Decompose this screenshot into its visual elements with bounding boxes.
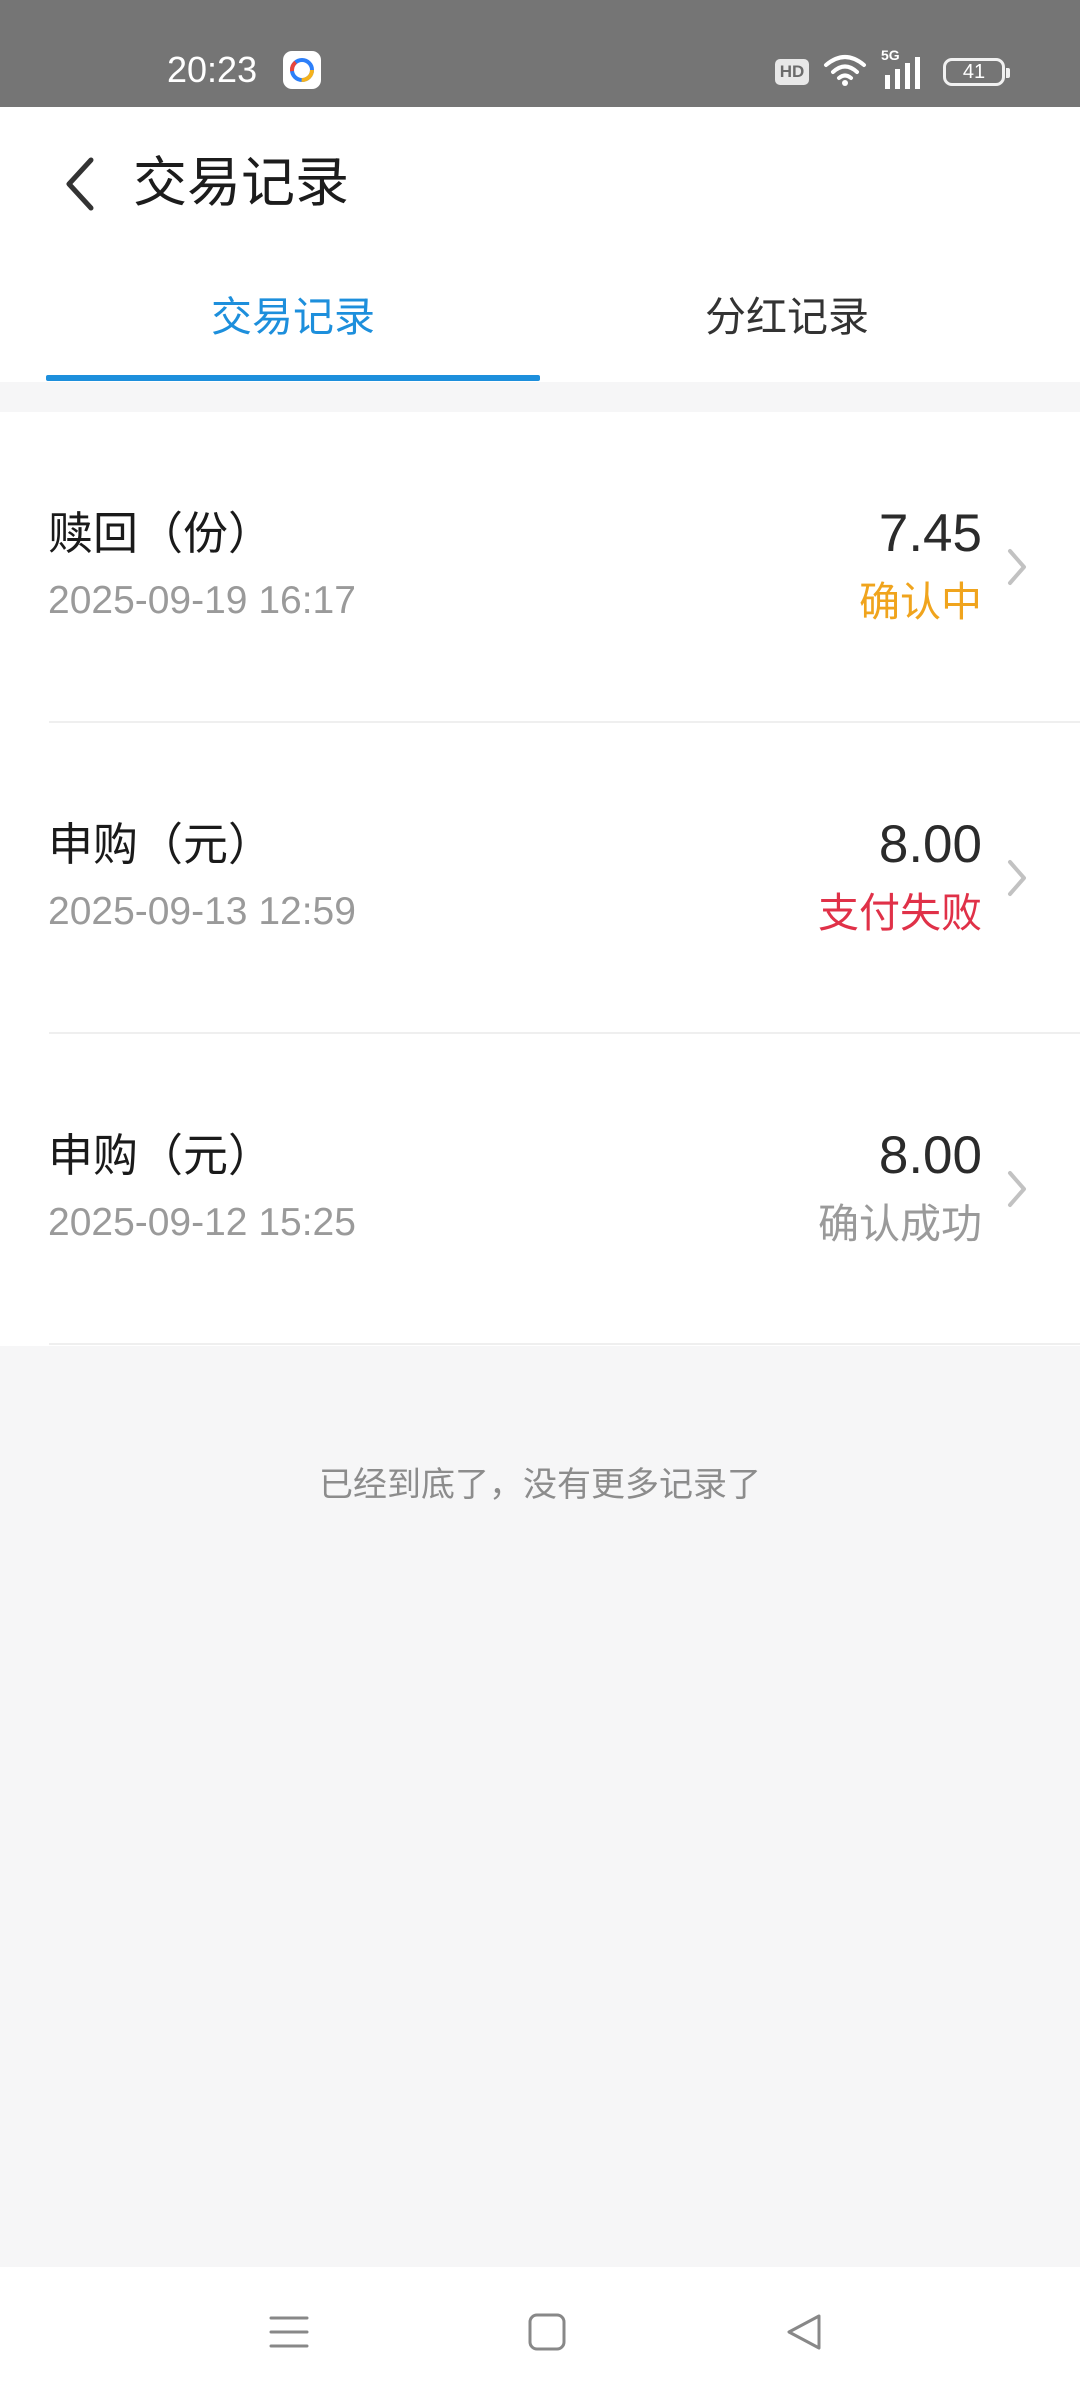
list-item[interactable]: 申购（元） 2025-09-13 12:59 8.00 支付失败 — [0, 723, 1080, 1034]
record-date: 2025-09-12 15:25 — [48, 1201, 356, 1244]
tab-dividend-records[interactable]: 分红记录 — [540, 282, 1034, 382]
record-date: 2025-09-13 12:59 — [48, 890, 356, 933]
record-list: 赎回（份） 2025-09-19 16:17 7.45 确认中 申购（元） 20… — [0, 412, 1080, 1346]
back-button[interactable] — [46, 149, 116, 219]
menu-icon — [269, 2316, 309, 2348]
record-type: 申购（元） — [48, 818, 274, 871]
record-amount: 7.45 — [878, 504, 982, 563]
status-time: 20:23 — [167, 49, 258, 90]
nav-back-button[interactable] — [770, 2297, 840, 2367]
tab-trade-records[interactable]: 交易记录 — [46, 282, 540, 382]
record-date: 2025-09-19 16:17 — [48, 579, 356, 622]
chevron-right-icon — [1008, 549, 1026, 585]
record-status: 确认成功 — [818, 1200, 982, 1248]
signal-icon: 5G — [881, 47, 929, 91]
chevron-left-icon — [66, 157, 94, 211]
record-status: 支付失败 — [818, 889, 982, 937]
tab-bar: 交易记录 分红记录 — [0, 282, 1080, 382]
status-indicators: HD 5G 41 — [775, 47, 1010, 92]
wifi-icon — [823, 53, 867, 91]
list-item[interactable]: 申购（元） 2025-09-12 15:25 8.00 确认成功 — [0, 1034, 1080, 1345]
chevron-right-icon — [1008, 860, 1026, 896]
chevron-right-icon — [1008, 1171, 1026, 1207]
record-type: 赎回（份） — [48, 507, 274, 560]
triangle-back-icon — [787, 2314, 821, 2350]
record-amount: 8.00 — [878, 815, 982, 874]
navigation-bar — [0, 2267, 1080, 2400]
header: 交易记录 交易记录 分红记录 — [0, 107, 1080, 382]
nav-menu-button[interactable] — [254, 2297, 324, 2367]
record-type: 申购（元） — [48, 1129, 274, 1182]
app-notification-icon — [283, 51, 321, 89]
home-square-icon — [528, 2313, 566, 2351]
record-amount: 8.00 — [878, 1126, 982, 1185]
list-item[interactable]: 赎回（份） 2025-09-19 16:17 7.45 确认中 — [0, 412, 1080, 723]
nav-home-button[interactable] — [512, 2297, 582, 2367]
active-tab-indicator — [46, 375, 540, 381]
page-title: 交易记录 — [133, 151, 349, 214]
battery-indicator: 41 — [943, 58, 1010, 86]
record-status: 确认中 — [859, 578, 982, 626]
status-bar: 20:23 HD 5G 41 — [0, 0, 1080, 107]
hd-badge: HD — [775, 59, 809, 85]
divider — [49, 1343, 1080, 1345]
end-of-list-text: 已经到底了，没有更多记录了 — [319, 1465, 761, 1505]
